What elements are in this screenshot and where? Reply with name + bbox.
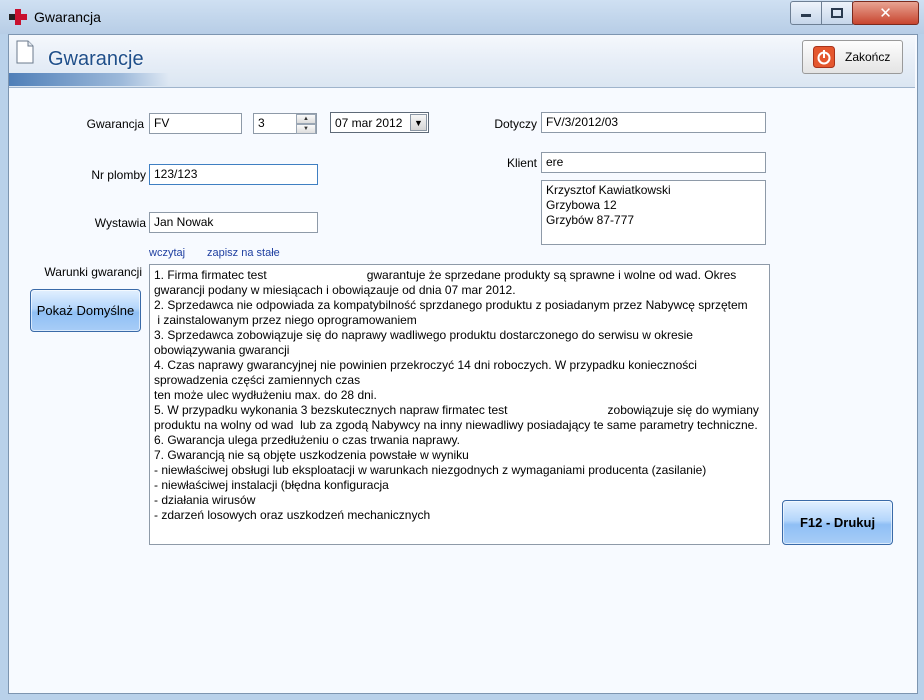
load-link[interactable]: wczytaj	[149, 247, 185, 259]
close-icon: ✕	[879, 5, 892, 22]
nr-plomby-input[interactable]: 123/123	[149, 164, 318, 185]
print-label: F12 - Drukuj	[799, 515, 876, 530]
dropdown-button[interactable]: ▼	[410, 114, 427, 131]
save-permanently-link[interactable]: zapisz na stałe	[207, 247, 280, 259]
window-title: Gwarancja	[34, 9, 101, 25]
nr-plomby-label: Nr plomby	[91, 168, 146, 182]
terms-label: Warunki gwarancji	[44, 265, 142, 279]
klient-label: Klient	[506, 156, 537, 170]
spin-up-button[interactable]: ▲	[296, 114, 316, 124]
header-accent	[9, 73, 169, 86]
arrow-down-icon: ▼	[303, 126, 309, 132]
maximize-button[interactable]	[821, 1, 853, 25]
wystawia-input[interactable]: Jan Nowak	[149, 212, 318, 233]
dotyczy-label: Dotyczy	[494, 117, 537, 131]
gwarancja-number-value: 3	[258, 116, 265, 130]
exit-label: Zakończ	[845, 50, 891, 64]
close-button[interactable]: ✕	[852, 1, 919, 25]
title-bar[interactable]	[0, 0, 924, 34]
page-title: Gwarancje	[48, 48, 144, 70]
gwarancja-prefix-input[interactable]: FV	[149, 113, 242, 134]
terms-textarea[interactable]: 1. Firma firmatec test gwarantuje że spr…	[149, 264, 770, 545]
show-defaults-button[interactable]: Pokaż Domyślne	[30, 289, 141, 332]
arrow-up-icon: ▲	[303, 116, 309, 122]
minimize-icon	[801, 14, 811, 17]
app-logo-icon	[9, 9, 27, 25]
wystawia-label: Wystawia	[94, 216, 146, 230]
print-button[interactable]: F12 - Drukuj	[782, 500, 893, 545]
date-value: 07 mar 2012	[335, 116, 403, 130]
show-defaults-label: Pokaż Domyślne	[36, 303, 135, 318]
document-icon	[16, 40, 34, 64]
client-address: Krzysztof Kawiatkowski Grzybowa 12 Grzyb…	[541, 180, 766, 245]
chevron-down-icon: ▼	[414, 117, 423, 128]
minimize-button[interactable]	[790, 1, 822, 25]
gwarancja-label: Gwarancja	[86, 117, 144, 131]
date-picker[interactable]: 07 mar 2012 ▼	[330, 112, 429, 133]
power-icon	[813, 46, 835, 68]
maximize-icon	[831, 8, 843, 18]
spin-down-button[interactable]: ▼	[296, 124, 316, 134]
dotyczy-input[interactable]: FV/3/2012/03	[541, 112, 766, 133]
exit-button[interactable]: Zakończ	[802, 40, 903, 74]
klient-input[interactable]: ere	[541, 152, 766, 173]
